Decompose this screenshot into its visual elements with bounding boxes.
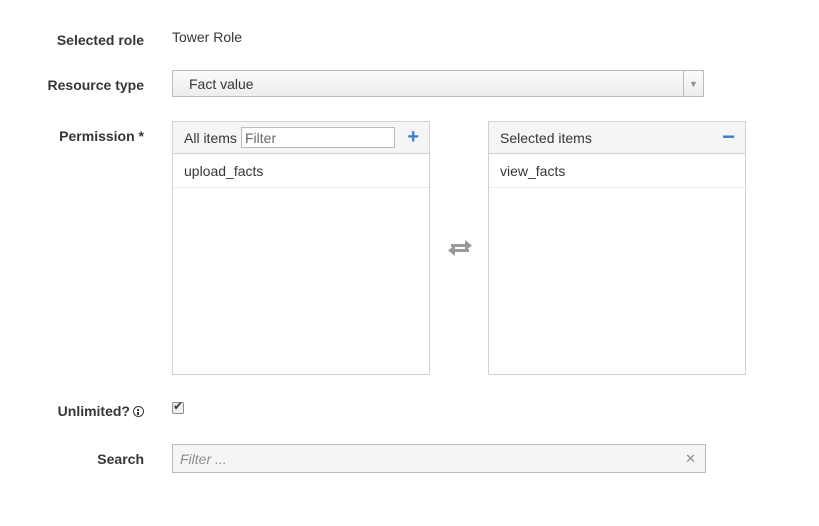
swap-arrows-icon[interactable] [447, 237, 473, 259]
search-box: ✕ [172, 444, 706, 473]
unlimited-label-row: Unlimited? [4, 403, 144, 419]
checkmark-icon: ✔ [173, 399, 184, 413]
selected-items-title: Selected items [500, 130, 592, 146]
minus-icon[interactable]: − [722, 126, 735, 148]
list-item[interactable]: upload_facts [173, 154, 429, 188]
selected-role-value: Tower Role [172, 29, 243, 45]
resource-type-select[interactable]: Fact value ▼ [172, 70, 704, 97]
clear-icon[interactable]: ✕ [685, 451, 696, 467]
selected-items-panel: Selected items − view_facts [488, 121, 746, 375]
list-item[interactable]: view_facts [489, 154, 745, 188]
selected-items-header: Selected items − [489, 122, 745, 154]
all-items-title: All items [184, 130, 237, 146]
caret-down-icon[interactable]: ▼ [683, 71, 703, 96]
selected-role-label: Selected role [56, 32, 144, 48]
all-items-filter-input[interactable] [241, 127, 395, 148]
permission-label: Permission * [59, 128, 144, 144]
unlimited-checkbox[interactable]: ✔ [172, 399, 184, 414]
plus-icon[interactable]: + [407, 126, 419, 148]
resource-type-selected-value: Fact value [189, 76, 254, 92]
all-items-header: All items + [173, 122, 429, 154]
unlimited-label: Unlimited? [57, 403, 130, 419]
info-icon[interactable] [133, 406, 144, 417]
all-items-panel: All items + upload_facts [172, 121, 430, 375]
resource-type-label: Resource type [47, 77, 144, 93]
search-input[interactable] [173, 445, 673, 472]
search-label: Search [97, 451, 144, 467]
